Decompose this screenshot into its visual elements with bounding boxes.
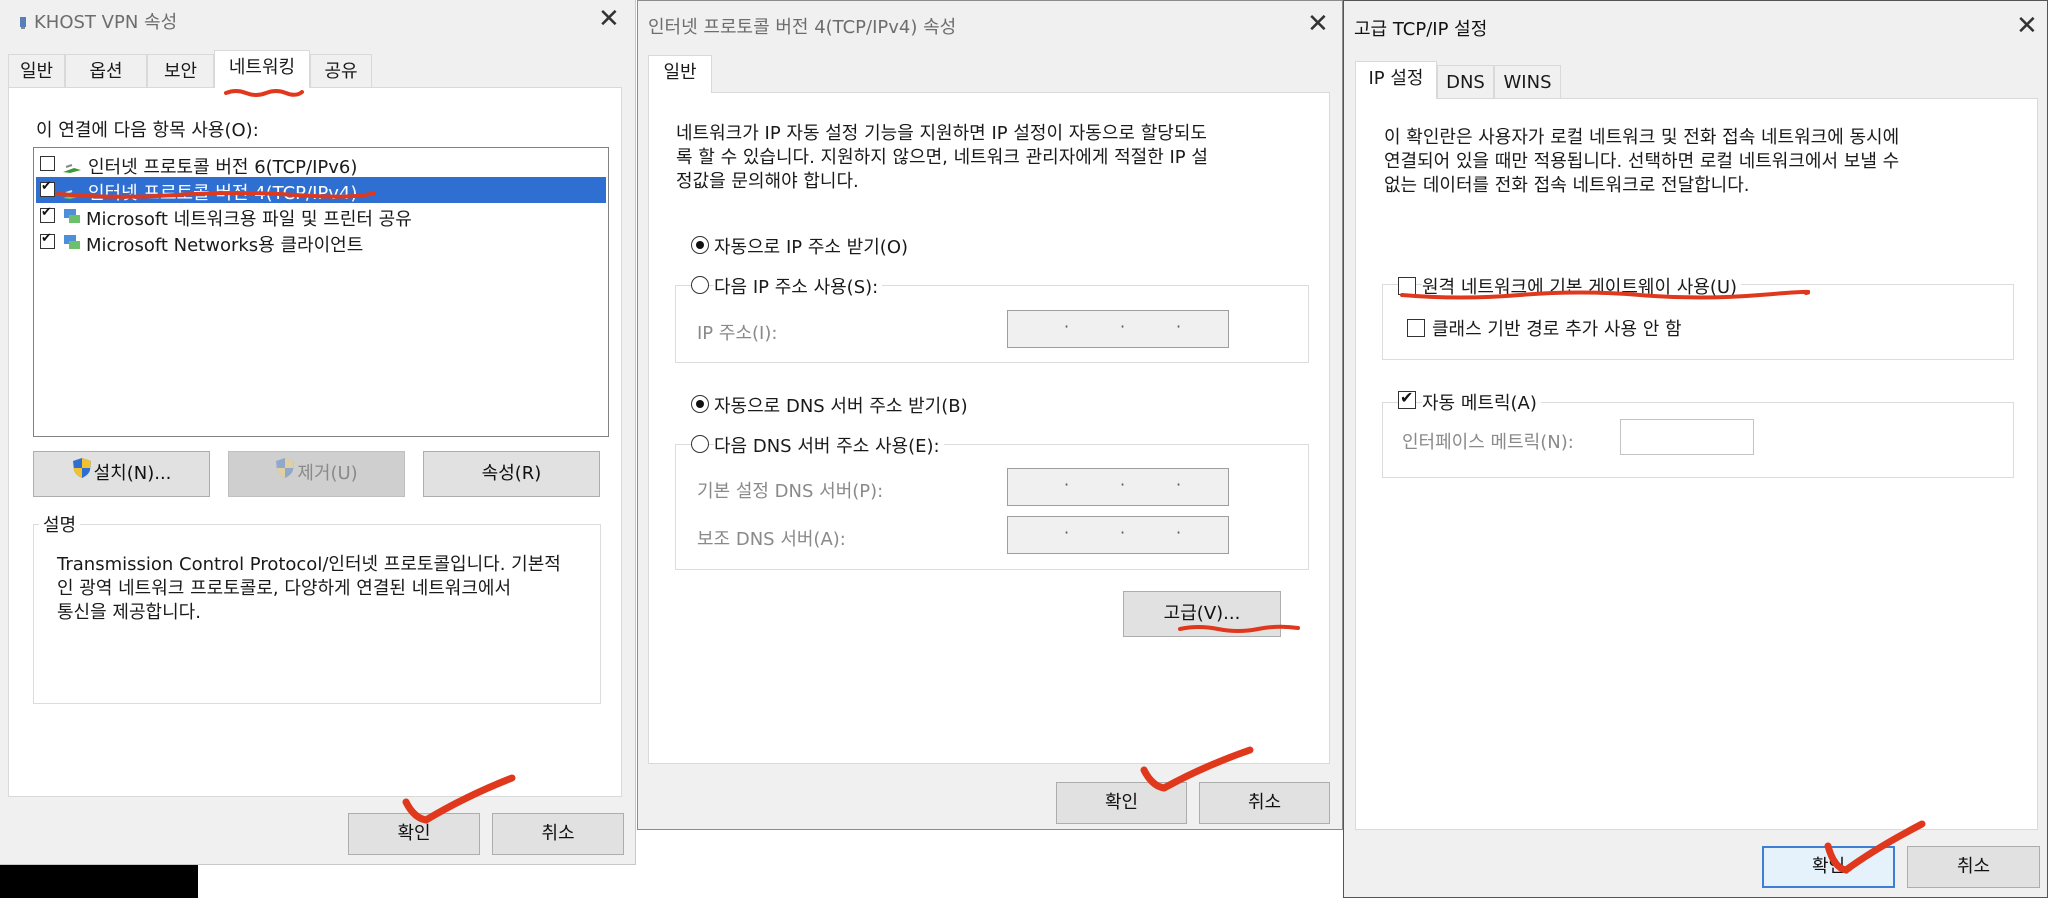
manual-ip-radio[interactable] <box>691 276 709 294</box>
items-label: 이 연결에 다음 항목 사용(O): <box>36 120 259 141</box>
dialog-title: KHOST VPN 속성 <box>34 12 178 33</box>
tab-sharing[interactable]: 공유 <box>310 54 372 88</box>
octet-separator: · <box>1176 317 1182 336</box>
file-sharing-checkbox[interactable] <box>40 205 55 223</box>
octet-separator: · <box>1176 475 1182 494</box>
install-label: 설치(N)... <box>93 463 172 484</box>
tab-security[interactable]: 보안 <box>147 54 214 88</box>
tab-networking[interactable]: 네트워킹 <box>214 50 310 88</box>
ip-settings-tab-panel: 이 확인란은 사용자가 로컬 네트워크 및 전화 접속 네트워크에 동시에 연결… <box>1355 98 2038 830</box>
octet-separator: · <box>1176 523 1182 542</box>
advanced-tcpip-settings-dialog: 고급 TCP/IP 설정 ✕ IP 설정 DNS WINS 이 확인란은 사용자… <box>1343 0 2048 898</box>
octet-separator: · <box>1120 317 1126 336</box>
ip-address-input[interactable]: · · · <box>1007 310 1229 348</box>
description-line-3: 통신을 제공합니다. <box>57 602 201 623</box>
tab-general[interactable]: 일반 <box>648 55 712 93</box>
tab-general[interactable]: 일반 <box>8 54 65 88</box>
close-icon[interactable]: ✕ <box>1307 11 1329 37</box>
cancel-button[interactable]: 취소 <box>1199 782 1330 824</box>
description-line-2: 인 광역 네트워크 프로토콜로, 다양하게 연결된 네트워크에서 <box>57 578 512 599</box>
protocol-icon <box>62 185 82 204</box>
uac-shield-icon <box>72 452 92 496</box>
auto-dns-radio[interactable] <box>691 395 709 413</box>
interface-metric-label: 인터페이스 메트릭(N): <box>1402 432 1574 453</box>
auto-ip-radio[interactable] <box>691 236 709 254</box>
use-default-gateway-checkbox[interactable] <box>1398 277 1416 295</box>
intro-line-1: 네트워크가 IP 자동 설정 기능을 지원하면 IP 설정이 자동으로 할당되도 <box>676 123 1207 144</box>
close-icon[interactable]: ✕ <box>2016 13 2038 39</box>
ipv6-checkbox[interactable] <box>40 156 55 171</box>
taskbar-edge <box>190 888 198 898</box>
description-line-1: Transmission Control Protocol/인터넷 프로토콜입니… <box>57 554 561 575</box>
list-item-label: 인터넷 프로토콜 버전 4(TCP/IPv4) <box>88 183 358 204</box>
octet-separator: · <box>1120 523 1126 542</box>
tab-ip-settings[interactable]: IP 설정 <box>1355 61 1437 99</box>
octet-separator: · <box>1064 475 1070 494</box>
intro-line-3: 정값을 문의해야 합니다. <box>676 171 859 192</box>
automatic-metric-checkbox[interactable] <box>1398 388 1416 409</box>
use-default-gateway-label[interactable]: 원격 네트워크에 기본 게이트웨이 사용(U) <box>1422 273 1742 299</box>
gateway-description-line-2: 연결되어 있을 때만 적용됩니다. 선택하면 로컬 네트워크에서 보낼 수 <box>1384 151 1900 172</box>
auto-dns-label[interactable]: 자동으로 DNS 서버 주소 받기(B) <box>714 392 968 418</box>
ms-client-checkbox[interactable] <box>40 231 55 249</box>
list-item-ipv4[interactable]: 인터넷 프로토콜 버전 4(TCP/IPv4) <box>36 177 606 204</box>
ok-button[interactable]: 확인 <box>1762 846 1895 888</box>
intro-line-2: 록 할 수 있습니다. 지원하지 않으면, 네트워크 관리자에게 적절한 IP … <box>676 147 1208 168</box>
list-item-label: 인터넷 프로토콜 버전 6(TCP/IPv6) <box>88 157 358 178</box>
cancel-button[interactable]: 취소 <box>492 813 624 855</box>
auto-ip-label[interactable]: 자동으로 IP 주소 받기(O) <box>714 233 908 259</box>
tab-dns[interactable]: DNS <box>1437 65 1494 99</box>
ipv4-checkbox[interactable] <box>40 179 55 197</box>
gateway-description-line-3: 없는 데이터를 전화 접속 네트워크로 전달합니다. <box>1384 175 1750 196</box>
uac-shield-icon <box>275 452 295 496</box>
description-title: 설명 <box>39 511 81 537</box>
gateway-description-line-1: 이 확인란은 사용자가 로컬 네트워크 및 전화 접속 네트워크에 동시에 <box>1384 127 1900 148</box>
dialog-title: 고급 TCP/IP 설정 <box>1354 19 1488 40</box>
connection-items-list[interactable]: 인터넷 프로토콜 버전 6(TCP/IPv6) 인터넷 프로토콜 버전 4(TC… <box>33 147 609 437</box>
tab-options[interactable]: 옵션 <box>65 54 147 88</box>
install-button[interactable]: 설치(N)... <box>33 451 210 497</box>
list-item-ms-client[interactable]: Microsoft Networks용 클라이언트 <box>36 229 606 256</box>
disable-class-routes-checkbox[interactable] <box>1407 319 1425 337</box>
close-icon[interactable]: ✕ <box>598 6 620 32</box>
alternate-dns-input[interactable]: · · · <box>1007 516 1229 554</box>
alternate-dns-label: 보조 DNS 서버(A): <box>697 529 846 550</box>
list-item-label: Microsoft Networks용 클라이언트 <box>86 235 364 256</box>
ipv4-properties-dialog: 인터넷 프로토콜 버전 4(TCP/IPv4) 속성 ✕ 일반 네트워크가 IP… <box>637 0 1343 830</box>
manual-dns-radio[interactable] <box>691 435 709 453</box>
properties-button[interactable]: 속성(R) <box>423 451 600 497</box>
protocol-icon <box>62 159 82 178</box>
dialog-title: 인터넷 프로토콜 버전 4(TCP/IPv4) 속성 <box>648 17 957 38</box>
taskbar-fragment <box>0 865 198 898</box>
list-item-ipv6[interactable]: 인터넷 프로토콜 버전 6(TCP/IPv6) <box>36 151 606 178</box>
disable-class-routes-label[interactable]: 클래스 기반 경로 추가 사용 안 함 <box>1432 315 1682 341</box>
list-item-file-printer-sharing[interactable]: Microsoft 네트워크용 파일 및 프린터 공유 <box>36 203 606 230</box>
ip-address-label: IP 주소(I): <box>697 323 778 344</box>
network-service-icon <box>62 206 82 230</box>
remove-button[interactable]: 제거(U) <box>228 451 405 497</box>
octet-separator: · <box>1064 523 1070 542</box>
interface-metric-input[interactable] <box>1620 419 1754 455</box>
networking-tab-panel: 이 연결에 다음 항목 사용(O): 인터넷 프로토콜 버전 6(TCP/IPv… <box>8 87 622 797</box>
network-client-icon <box>62 232 82 256</box>
automatic-metric-label[interactable]: 자동 메트릭(A) <box>1422 389 1541 415</box>
advanced-button[interactable]: 고급(V)... <box>1123 591 1281 637</box>
preferred-dns-label: 기본 설정 DNS 서버(P): <box>697 481 884 502</box>
general-tab-panel: 네트워크가 IP 자동 설정 기능을 지원하면 IP 설정이 자동으로 할당되도… <box>648 92 1330 764</box>
manual-ip-label[interactable]: 다음 IP 주소 사용(S): <box>714 273 883 299</box>
ok-button[interactable]: 확인 <box>348 813 480 855</box>
octet-separator: · <box>1120 475 1126 494</box>
manual-dns-label[interactable]: 다음 DNS 서버 주소 사용(E): <box>714 432 944 458</box>
preferred-dns-input[interactable]: · · · <box>1007 468 1229 506</box>
tab-wins[interactable]: WINS <box>1494 65 1561 99</box>
list-item-label: Microsoft 네트워크용 파일 및 프린터 공유 <box>86 209 412 230</box>
cancel-button[interactable]: 취소 <box>1907 846 2040 888</box>
remove-label: 제거(U) <box>297 463 358 484</box>
network-connection-icon <box>18 14 28 34</box>
khost-vpn-properties-dialog: KHOST VPN 속성 ✕ 일반 옵션 보안 네트워킹 공유 이 연결에 다음… <box>0 0 636 865</box>
ok-button[interactable]: 확인 <box>1056 782 1187 824</box>
octet-separator: · <box>1064 317 1070 336</box>
